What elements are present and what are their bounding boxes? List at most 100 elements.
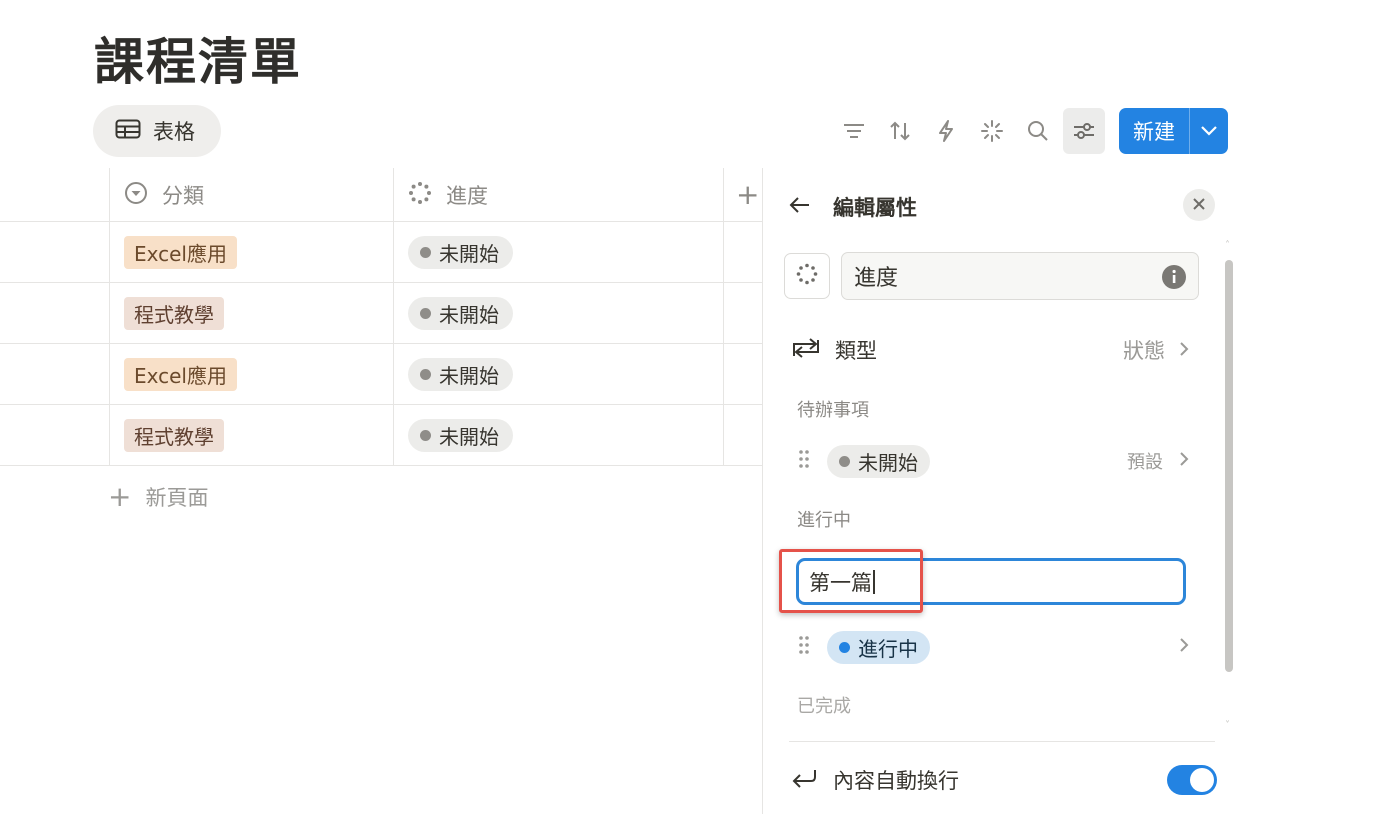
status-option-row[interactable]: 進行中 [799,629,1189,665]
column-divider [109,344,110,404]
status-dot [420,308,431,319]
column-divider [723,283,724,343]
close-icon [1192,196,1206,215]
wrap-content-row: 內容自動換行 [791,762,1217,798]
table-row[interactable]: 程式教學 未開始 [0,405,762,466]
wrap-label: 內容自動換行 [833,769,959,793]
type-icon [791,336,821,365]
column-divider [109,168,110,221]
toolbar: 新建 [833,108,1228,154]
category-tag[interactable]: 程式教學 [124,297,224,330]
option-meta [1179,637,1189,658]
status-label: 未開始 [439,425,499,449]
status-icon [408,181,432,210]
view-tab-label: 表格 [153,120,195,144]
database-table: 分類 進度 + Excel應用 未開始 程式教學 未開始 Excel應用 未開始… [0,168,762,466]
chevron-right-icon [1179,338,1189,362]
status-label: 未開始 [439,242,499,266]
status-dot [839,455,850,467]
scrollbar-thumb[interactable] [1225,260,1233,672]
scroll-down-arrow[interactable]: ˅ [1225,720,1230,731]
table-header: 分類 進度 + [0,168,762,222]
wrap-icon [791,767,819,794]
option-meta: 預設 [1127,448,1189,474]
status-option-label: 未開始 [858,450,918,475]
select-icon [124,181,148,210]
table-icon [115,119,141,144]
drag-handle-icon[interactable] [799,449,809,473]
chevron-right-icon [1179,451,1189,472]
column-divider [393,344,394,404]
status-pill[interactable]: 未開始 [408,236,513,269]
status-dot [420,369,431,380]
category-tag[interactable]: Excel應用 [124,236,237,269]
column-divider [109,283,110,343]
status-option-pill: 未開始 [827,444,930,478]
new-page-label: 新頁面 [145,486,209,510]
property-name-value: 進度 [854,266,899,291]
column-header-category[interactable]: 分類 [124,168,204,222]
scroll-up-arrow[interactable]: ˄ [1225,240,1230,251]
page: 課程清單 表格 新建 分類 進度 + Excel應用 未開始 程式教學 未開始 … [0,0,1400,814]
category-tag[interactable]: 程式教學 [124,419,224,452]
back-arrow-icon[interactable] [789,196,811,218]
view-tab-table[interactable]: 表格 [93,105,221,157]
type-label: 類型 [835,339,877,363]
annotation-highlight-box [779,549,923,613]
info-icon[interactable] [1162,265,1186,295]
filter-icon[interactable] [833,108,875,154]
status-pill[interactable]: 未開始 [408,419,513,452]
status-icon [795,262,819,290]
status-label: 未開始 [439,364,499,388]
table-row[interactable]: 程式教學 未開始 [0,283,762,344]
table-row[interactable]: Excel應用 未開始 [0,344,762,405]
panel-header: 編輯屬性 [789,192,917,222]
type-value: 狀態 [1123,339,1165,363]
column-divider [723,405,724,465]
column-divider [393,405,394,465]
property-icon-picker[interactable] [784,253,830,299]
new-page-button[interactable]: + 新頁面 [108,482,208,512]
panel-title: 編輯屬性 [833,196,917,220]
table-row[interactable]: Excel應用 未開始 [0,222,762,283]
column-divider [109,405,110,465]
status-pill[interactable]: 未開始 [408,297,513,330]
toggle-knob [1190,768,1214,792]
category-tag[interactable]: Excel應用 [124,358,237,391]
property-type-row[interactable]: 類型 狀態 [791,334,1189,366]
column-divider [723,222,724,282]
sort-icon[interactable] [879,108,921,154]
column-label: 分類 [162,184,204,208]
column-label: 進度 [446,184,488,208]
chevron-right-icon [1179,637,1189,658]
settings-sliders-icon[interactable] [1063,108,1105,154]
status-option-row[interactable]: 未開始 預設 [799,443,1189,479]
column-divider [393,222,394,282]
property-name-input[interactable]: 進度 [841,252,1199,300]
group-label-todo: 待辦事項 [797,400,869,421]
status-dot [420,247,431,258]
new-button-label[interactable]: 新建 [1119,108,1189,154]
status-option-label: 進行中 [858,636,918,661]
status-dot [420,430,431,441]
close-button[interactable] [1183,189,1215,221]
search-icon[interactable] [1017,108,1059,154]
wrap-toggle[interactable] [1167,765,1217,795]
column-divider [109,222,110,282]
status-label: 未開始 [439,303,499,327]
automation-icon[interactable] [925,108,967,154]
edit-property-panel: 編輯屬性 進度 類型 狀態 待辦事項 未開始 預設 進行中 第一篇 進行中 已完… [762,168,1240,814]
chevron-down-icon[interactable] [1190,108,1228,154]
add-column-icon[interactable]: + [736,178,759,211]
group-label-done: 已完成 [797,696,851,717]
group-label-in-progress: 進行中 [797,510,851,531]
plus-icon: + [108,480,132,513]
status-pill[interactable]: 未開始 [408,358,513,391]
status-option-pill: 進行中 [827,630,930,664]
default-badge: 預設 [1127,452,1163,473]
drag-handle-icon[interactable] [799,635,809,659]
column-header-status[interactable]: 進度 [408,168,488,222]
ai-sparkle-icon[interactable] [971,108,1013,154]
status-dot [839,641,850,653]
new-button: 新建 [1119,108,1228,154]
